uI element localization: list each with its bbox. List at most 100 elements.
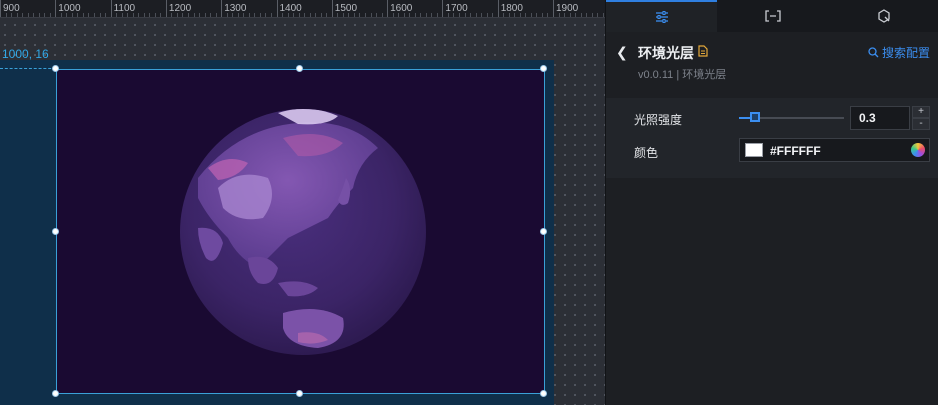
resize-handle-right[interactable] bbox=[540, 228, 547, 235]
ruler-minor-tick bbox=[176, 13, 178, 17]
ruler-minor-tick bbox=[453, 13, 455, 17]
resize-handle-bottom-right[interactable] bbox=[540, 390, 547, 397]
ruler-minor-tick bbox=[464, 13, 466, 17]
interaction-icon bbox=[877, 9, 890, 23]
ruler-minor-tick bbox=[564, 13, 566, 17]
intensity-input[interactable]: 0.3 bbox=[850, 106, 910, 130]
ruler-minor-tick bbox=[586, 13, 588, 17]
ruler-minor-tick bbox=[348, 13, 350, 17]
ruler-minor-tick bbox=[492, 13, 494, 17]
ruler-major-tick bbox=[276, 0, 278, 17]
ruler-minor-tick bbox=[44, 13, 46, 17]
ruler-minor-tick bbox=[481, 13, 483, 17]
ruler-major-tick bbox=[165, 0, 167, 17]
ruler-minor-tick bbox=[237, 13, 239, 17]
ruler-minor-tick bbox=[381, 13, 383, 17]
ruler-minor-tick bbox=[486, 13, 488, 17]
globe-render bbox=[180, 109, 426, 355]
ruler-minor-tick bbox=[160, 13, 162, 17]
resize-handle-left[interactable] bbox=[52, 228, 59, 235]
ruler-minor-tick bbox=[149, 13, 151, 17]
ruler-minor-tick bbox=[33, 13, 35, 17]
back-arrow-icon[interactable]: ❮ bbox=[616, 44, 628, 61]
ruler-minor-tick bbox=[530, 13, 532, 17]
ruler-minor-tick bbox=[326, 13, 328, 17]
ruler-minor-tick bbox=[414, 13, 416, 17]
coordinate-label: 1000, 16 bbox=[2, 47, 49, 61]
ruler-minor-tick bbox=[154, 13, 156, 17]
ruler-minor-tick bbox=[11, 13, 13, 17]
ruler-minor-tick bbox=[447, 13, 449, 17]
ruler-minor-tick bbox=[353, 13, 355, 17]
ruler-minor-tick bbox=[392, 13, 394, 17]
ruler-minor-tick bbox=[243, 13, 245, 17]
ruler-minor-tick bbox=[27, 13, 29, 17]
editor-canvas[interactable]: 900 1000 1100 1200 1300 1400 1500 1600 1700 1800 1… bbox=[0, 0, 605, 405]
sliders-icon bbox=[655, 11, 668, 23]
ruler-minor-tick bbox=[171, 13, 173, 17]
ruler-minor-tick bbox=[254, 13, 256, 17]
ruler-minor-tick bbox=[204, 13, 206, 17]
ruler-minor-tick bbox=[94, 13, 95, 17]
resize-handle-bottom[interactable] bbox=[296, 390, 303, 397]
ruler-minor-tick bbox=[425, 13, 427, 17]
resize-handle-bottom-left[interactable] bbox=[52, 390, 59, 397]
ruler-minor-tick bbox=[188, 13, 190, 17]
ruler-minor-tick bbox=[508, 13, 510, 17]
ruler-minor-tick bbox=[210, 13, 212, 17]
search-config-label: 搜索配置 bbox=[881, 46, 930, 60]
ruler-minor-tick bbox=[376, 13, 378, 17]
ruler-minor-tick bbox=[259, 13, 261, 17]
ruler-minor-tick bbox=[282, 13, 284, 17]
ruler-minor-tick bbox=[232, 13, 234, 17]
ruler-minor-tick bbox=[88, 13, 90, 17]
ruler-minor-tick bbox=[99, 13, 101, 17]
version-text: v0.0.11 | 环境光层 bbox=[638, 69, 727, 81]
ruler-minor-tick bbox=[182, 13, 184, 17]
horizontal-ruler: 900 1000 1100 1200 1300 1400 1500 1600 1700 1800 1… bbox=[0, 0, 605, 18]
ruler-minor-tick bbox=[304, 13, 306, 17]
color-palette-icon[interactable] bbox=[911, 143, 925, 157]
intensity-slider-thumb[interactable] bbox=[749, 112, 760, 122]
tab-interaction[interactable] bbox=[828, 0, 938, 32]
ruler-major-tick bbox=[497, 0, 499, 17]
panel-tabs bbox=[606, 0, 938, 32]
ruler-minor-tick bbox=[470, 13, 472, 17]
ruler-minor-tick bbox=[138, 13, 140, 17]
document-icon[interactable] bbox=[698, 45, 708, 57]
resize-handle-top-left[interactable] bbox=[52, 65, 59, 72]
ruler-minor-tick bbox=[514, 13, 516, 17]
ruler-major-tick bbox=[221, 0, 223, 17]
color-label: 颜色 bbox=[634, 146, 659, 160]
ruler-minor-tick bbox=[436, 13, 438, 17]
ruler-minor-tick bbox=[309, 13, 311, 17]
tab-data[interactable] bbox=[717, 0, 828, 32]
intensity-increment-button[interactable]: + bbox=[912, 106, 930, 118]
ruler-major-tick bbox=[331, 0, 333, 17]
color-picker-field[interactable]: #FFFFFF bbox=[739, 138, 930, 162]
screen-margin bbox=[0, 60, 56, 405]
ruler-minor-tick bbox=[82, 13, 84, 17]
ruler-minor-tick bbox=[121, 13, 123, 17]
search-config-link[interactable]: 搜索配置 bbox=[868, 44, 930, 61]
ruler-minor-tick bbox=[420, 13, 422, 17]
intensity-decrement-button[interactable]: - bbox=[912, 118, 930, 130]
color-swatch[interactable] bbox=[745, 143, 763, 157]
ruler-minor-tick bbox=[359, 13, 361, 17]
ruler-major-tick bbox=[553, 0, 554, 17]
search-icon bbox=[868, 47, 879, 58]
ruler-minor-tick bbox=[71, 13, 73, 17]
ruler-major-tick bbox=[387, 0, 389, 17]
resize-handle-top[interactable] bbox=[296, 65, 303, 72]
selected-component[interactable] bbox=[56, 69, 545, 394]
ruler-major-tick bbox=[442, 0, 444, 17]
ruler-minor-tick bbox=[215, 13, 217, 17]
bracket-icon bbox=[764, 10, 781, 22]
component-title: 环境光层 bbox=[638, 45, 694, 61]
ruler-minor-tick bbox=[536, 13, 538, 17]
tab-settings[interactable] bbox=[606, 0, 717, 32]
ruler-minor-tick bbox=[270, 13, 272, 17]
resize-handle-top-right[interactable] bbox=[540, 65, 547, 72]
ruler-minor-tick bbox=[398, 13, 400, 17]
ruler-minor-tick bbox=[525, 13, 527, 17]
